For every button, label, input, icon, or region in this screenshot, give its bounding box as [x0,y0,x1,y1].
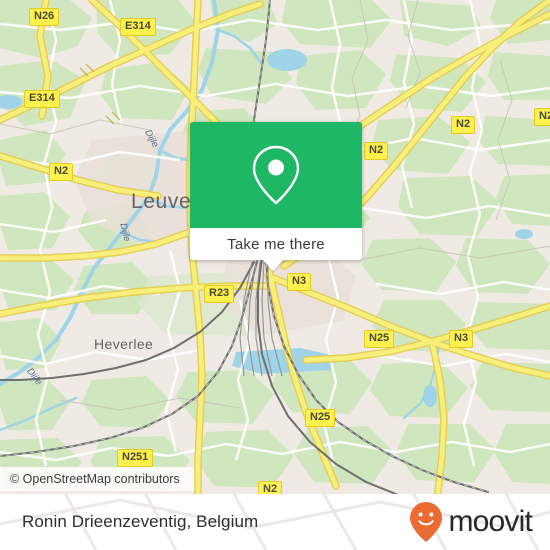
info-card-pointer [262,259,284,271]
road-shield-e314-left[interactable]: E314 [24,90,60,108]
take-me-there-label: Take me there [227,235,325,253]
road-shield-n26[interactable]: N26 [29,8,60,26]
road-shield-n2-edge[interactable]: N2 [534,108,550,126]
osm-attribution[interactable]: © OpenStreetMap contributors [0,467,194,491]
place-title: Ronin Drieenzeventig, Belgium [22,512,259,531]
road-shield-n25-lower[interactable]: N25 [305,409,336,427]
moovit-smiley-pin-icon [410,502,443,542]
road-shield-n251[interactable]: N251 [117,449,154,467]
road-shield-n3-upper[interactable]: N3 [287,273,312,291]
moovit-map-screen: Leuven Heverlee Dijle Dijle Dijle N26 E3… [0,0,550,550]
road-shield-n2-left[interactable]: N2 [49,163,74,181]
road-shield-e314-top[interactable]: E314 [120,18,156,36]
road-shield-n25-mid[interactable]: N25 [364,330,395,348]
footer-bar: Ronin Drieenzeventig, Belgium moovit [0,494,550,550]
road-shield-r23[interactable]: R23 [204,285,235,303]
osm-attribution-text: © OpenStreetMap contributors [10,472,180,486]
road-shield-n2-right[interactable]: N2 [451,116,476,134]
info-card-header [190,122,362,228]
road-shield-n2-bottom[interactable]: N2 [258,481,283,494]
moovit-wordmark: moovit [448,505,532,538]
info-card[interactable]: Take me there [190,122,362,260]
info-card-action[interactable]: Take me there [190,228,362,260]
road-shield-n3-lower[interactable]: N3 [449,330,474,348]
location-pin-icon [252,145,300,205]
moovit-brand[interactable]: moovit [409,501,533,543]
road-shield-n2-center[interactable]: N2 [364,142,389,160]
